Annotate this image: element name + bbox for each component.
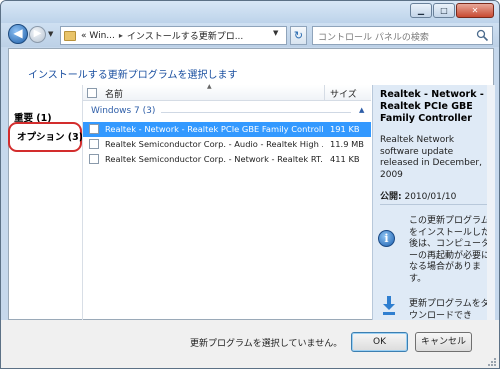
column-header-size[interactable]: サイズ: [330, 87, 357, 100]
update-size: 191 KB: [330, 124, 360, 134]
resize-grip-icon[interactable]: [487, 357, 497, 367]
group-divider: [161, 112, 351, 113]
page-title: インストールする更新プログラムを選択します: [28, 70, 238, 81]
chevron-down-icon: ▼: [48, 30, 54, 38]
table-row[interactable]: Realtek Semiconductor Corp. - Audio - Re…: [83, 137, 371, 152]
update-name: Realtek - Network - Realtek PCIe GBE Fam…: [105, 124, 323, 134]
details-description: Realtek Network software update released…: [380, 135, 482, 180]
details-divider: [380, 204, 490, 205]
search-input[interactable]: コントロール パネルの検索: [312, 26, 493, 45]
published-value: 2010/01/10: [404, 192, 457, 202]
column-divider[interactable]: [324, 85, 325, 101]
search-icon: [476, 29, 489, 42]
title-bar: ▁ □ ✕: [1, 1, 499, 23]
main-content: インストールする更新プログラムを選択します 重要 (1) オプション (3) ▲…: [8, 48, 495, 321]
recent-pages-dropdown[interactable]: ▼: [48, 30, 57, 40]
control-panel-icon: [64, 30, 76, 41]
cancel-button[interactable]: キャンセル: [415, 332, 472, 352]
select-all-checkbox[interactable]: [87, 88, 97, 98]
forward-button[interactable]: ▶: [29, 26, 46, 43]
info-icon: i: [378, 230, 395, 247]
breadcrumb-arrow-icon: ▸: [118, 31, 123, 40]
chevron-down-icon: ▼: [273, 29, 279, 37]
update-category-panel: 重要 (1) オプション (3): [8, 101, 85, 319]
breadcrumb-item-windows-update[interactable]: « Win...: [79, 31, 117, 41]
details-title: Realtek - Network - Realtek PCIe GBE Fam…: [380, 89, 484, 124]
restart-note: この更新プログラムをインストールした後は、コンピューターの再起動が必要になる場合…: [409, 216, 491, 284]
published-date: 公開: 2010/01/10: [380, 189, 456, 202]
selection-status: 更新プログラムを選択していません。: [190, 339, 343, 349]
download-icon: [383, 296, 395, 315]
download-note: 更新プログラムをダウンロードでき: [409, 299, 490, 321]
row-checkbox[interactable]: [89, 139, 99, 149]
details-pane: Realtek - Network - Realtek PCIe GBE Fam…: [372, 85, 494, 321]
ok-button[interactable]: OK: [351, 332, 408, 352]
forward-arrow-icon: ▶: [33, 28, 42, 39]
address-dropdown[interactable]: ▼: [273, 29, 283, 37]
maximize-icon: □: [440, 6, 448, 15]
minimize-icon: ▁: [417, 6, 425, 15]
table-row[interactable]: Realtek - Network - Realtek PCIe GBE Fam…: [83, 122, 371, 137]
close-button[interactable]: ✕: [456, 3, 494, 18]
group-header[interactable]: Windows 7 (3): [91, 106, 155, 116]
back-button[interactable]: ◀: [8, 24, 28, 44]
breadcrumb[interactable]: « Win... ▸ インストールする更新プロ...: [60, 26, 287, 45]
update-size: 11.9 MB: [330, 139, 364, 149]
close-icon: ✕: [471, 6, 479, 15]
maximize-button[interactable]: □: [433, 3, 455, 18]
list-header: ▲ 名前 サイズ: [83, 83, 371, 101]
published-label: 公開:: [380, 192, 402, 202]
refresh-icon: ↻: [293, 29, 304, 42]
breadcrumb-item-select-updates[interactable]: インストールする更新プロ...: [125, 29, 245, 42]
search-placeholder: コントロール パネルの検索: [318, 33, 429, 43]
update-name: Realtek Semiconductor Corp. - Audio - Re…: [105, 139, 323, 149]
footer: 更新プログラムを選択していません。 OK キャンセル: [1, 320, 499, 368]
row-checkbox[interactable]: [89, 154, 99, 164]
update-size: 411 KB: [330, 154, 360, 164]
windows-update-dialog: ▁ □ ✕ ◀ ▶ ▼ « Win... ▸ インストールする更新プロ... ▼…: [0, 0, 500, 369]
category-optional[interactable]: オプション (3): [17, 129, 83, 143]
sort-indicator-icon: ▲: [207, 83, 212, 90]
collapse-group-icon[interactable]: ▲: [359, 106, 364, 114]
row-checkbox[interactable]: [89, 124, 99, 134]
update-list: ▲ 名前 サイズ Windows 7 (3) ▲ Realtek - Netwo…: [82, 83, 371, 321]
table-row[interactable]: Realtek Semiconductor Corp. - Network - …: [83, 152, 371, 167]
back-arrow-icon: ◀: [13, 26, 23, 40]
column-header-name[interactable]: 名前: [105, 87, 123, 100]
details-scrollbar[interactable]: [487, 85, 495, 321]
update-name: Realtek Semiconductor Corp. - Network - …: [105, 154, 323, 164]
refresh-button[interactable]: ↻: [290, 26, 307, 45]
minimize-button[interactable]: ▁: [410, 3, 432, 18]
